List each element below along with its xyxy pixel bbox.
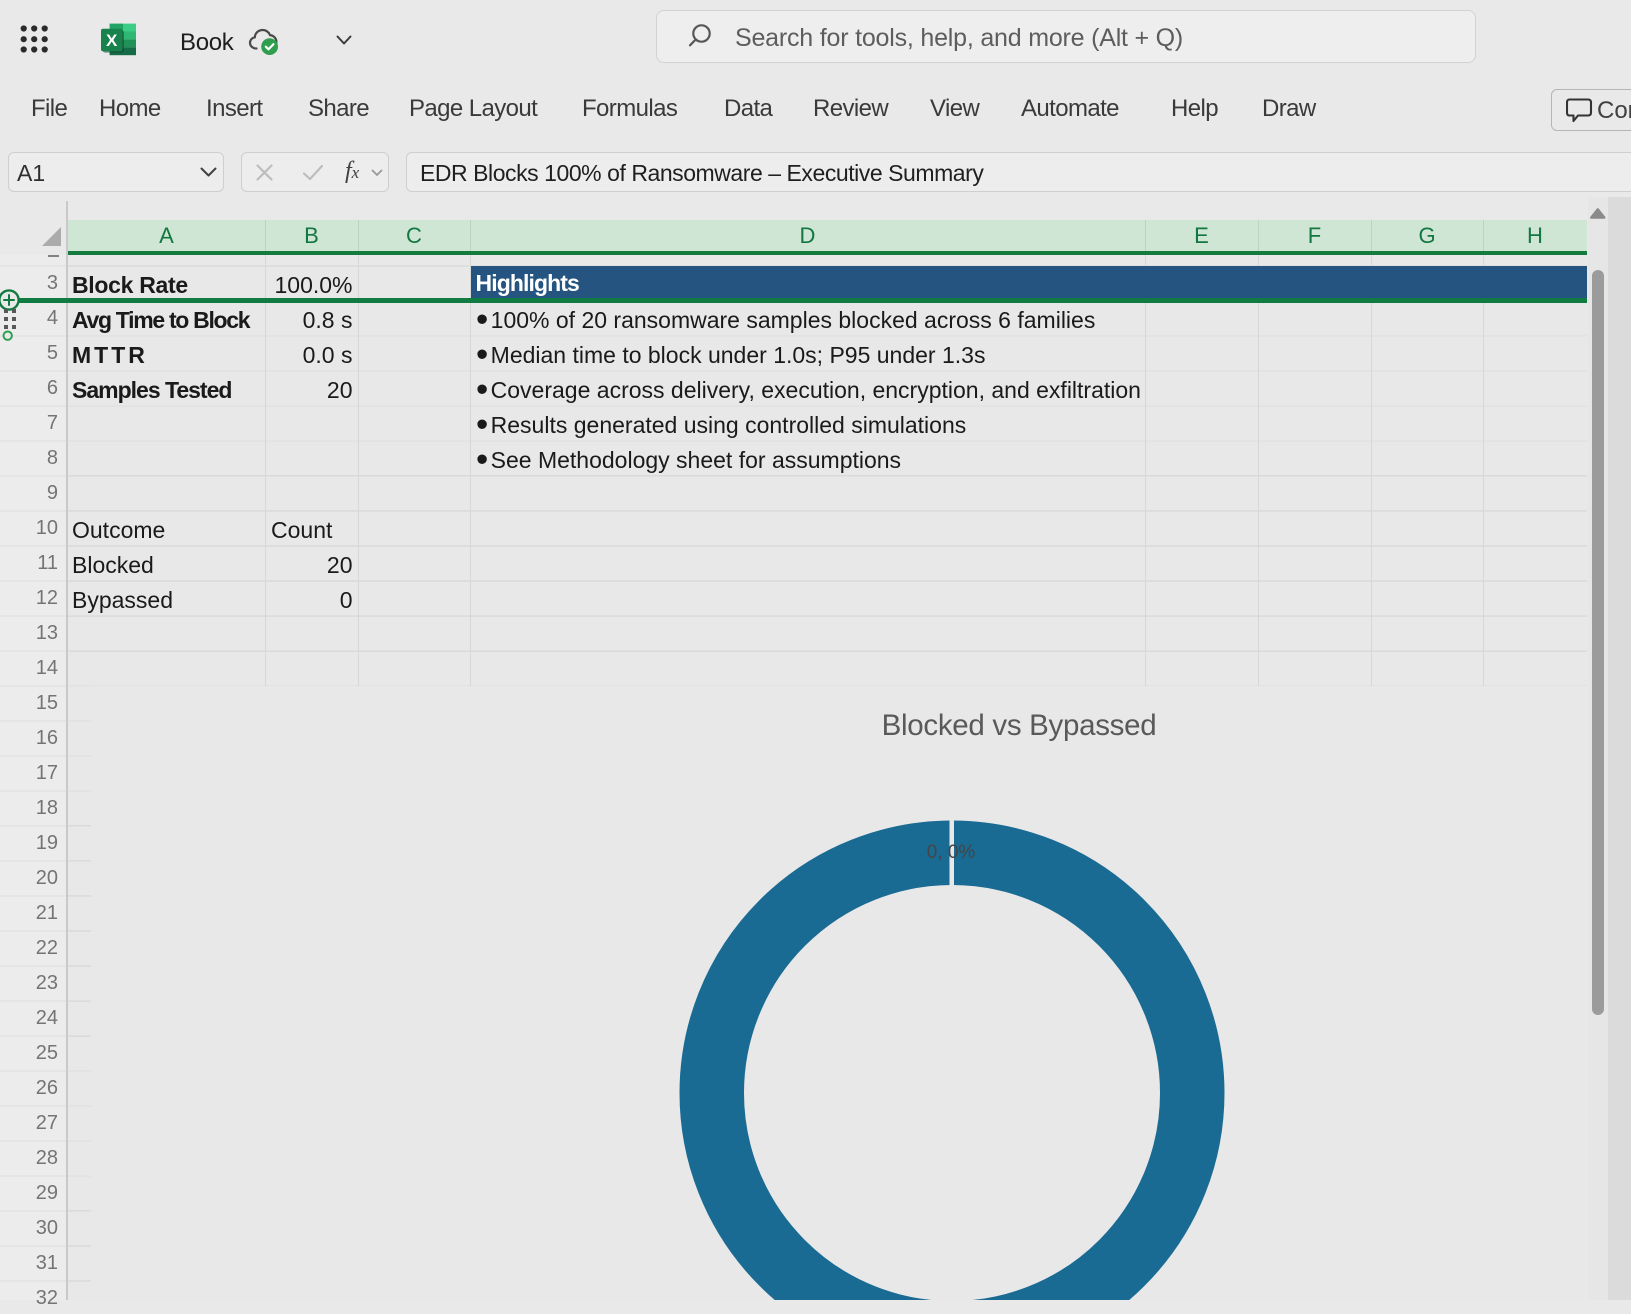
- svg-text:X: X: [106, 31, 118, 50]
